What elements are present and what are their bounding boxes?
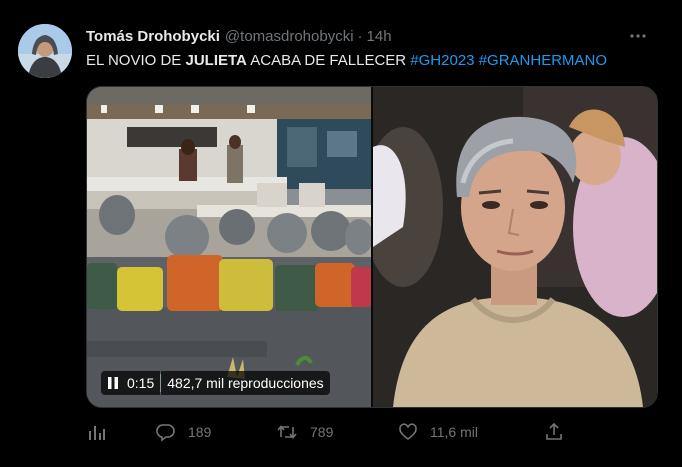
analytics-button[interactable] bbox=[86, 420, 106, 444]
video-frame-face bbox=[363, 87, 657, 407]
tweet-text-part: EL NOVIO DE bbox=[86, 52, 186, 69]
analytics-icon bbox=[89, 426, 105, 440]
tweet-action-bar: 189 789 11,6 mil bbox=[86, 420, 566, 444]
video-player-controls: 0:15 482,7 mil reproducciones bbox=[101, 371, 330, 395]
user-handle[interactable]: @tomasdrohobycki bbox=[225, 28, 354, 45]
more-icon[interactable] bbox=[624, 22, 652, 50]
video-view-count: 482,7 mil reproducciones bbox=[167, 375, 324, 391]
like-count: 11,6 mil bbox=[430, 424, 478, 440]
reply-icon bbox=[156, 424, 175, 442]
video-frame-living-room bbox=[87, 87, 373, 407]
share-button[interactable] bbox=[544, 420, 564, 444]
like-icon bbox=[399, 423, 417, 441]
retweet-icon bbox=[277, 425, 297, 439]
pause-button[interactable] bbox=[101, 371, 125, 395]
tweet-card[interactable]: Tomás Drohobycki @tomasdrohobycki · 14h … bbox=[0, 0, 682, 467]
tweet-text-part: ACABA DE FALLECER bbox=[246, 52, 411, 69]
like-button[interactable]: 11,6 mil bbox=[398, 420, 478, 444]
hashtag-link[interactable]: #GH2023 bbox=[410, 52, 474, 69]
reply-button[interactable]: 189 bbox=[156, 420, 211, 444]
tweet-text-bold: JULIETA bbox=[185, 52, 247, 69]
pause-icon bbox=[108, 377, 118, 389]
video-media[interactable]: 0:15 482,7 mil reproducciones bbox=[86, 86, 658, 408]
retweet-button[interactable]: 789 bbox=[276, 420, 333, 444]
share-icon bbox=[546, 422, 562, 440]
video-elapsed-time: 0:15 bbox=[127, 375, 155, 391]
display-name[interactable]: Tomás Drohobycki bbox=[86, 28, 220, 45]
timestamp[interactable]: 14h bbox=[367, 28, 392, 45]
retweet-count: 789 bbox=[310, 424, 334, 440]
tweet-text: EL NOVIO DE JULIETA ACABA DE FALLECER #G… bbox=[86, 51, 607, 71]
tweet-header: Tomás Drohobycki @tomasdrohobycki · 14h bbox=[86, 26, 392, 46]
reply-count: 189 bbox=[188, 424, 212, 440]
avatar[interactable] bbox=[18, 24, 72, 78]
hashtag-link[interactable]: #GRANHERMANO bbox=[479, 52, 607, 69]
separator-dot: · bbox=[357, 27, 363, 45]
